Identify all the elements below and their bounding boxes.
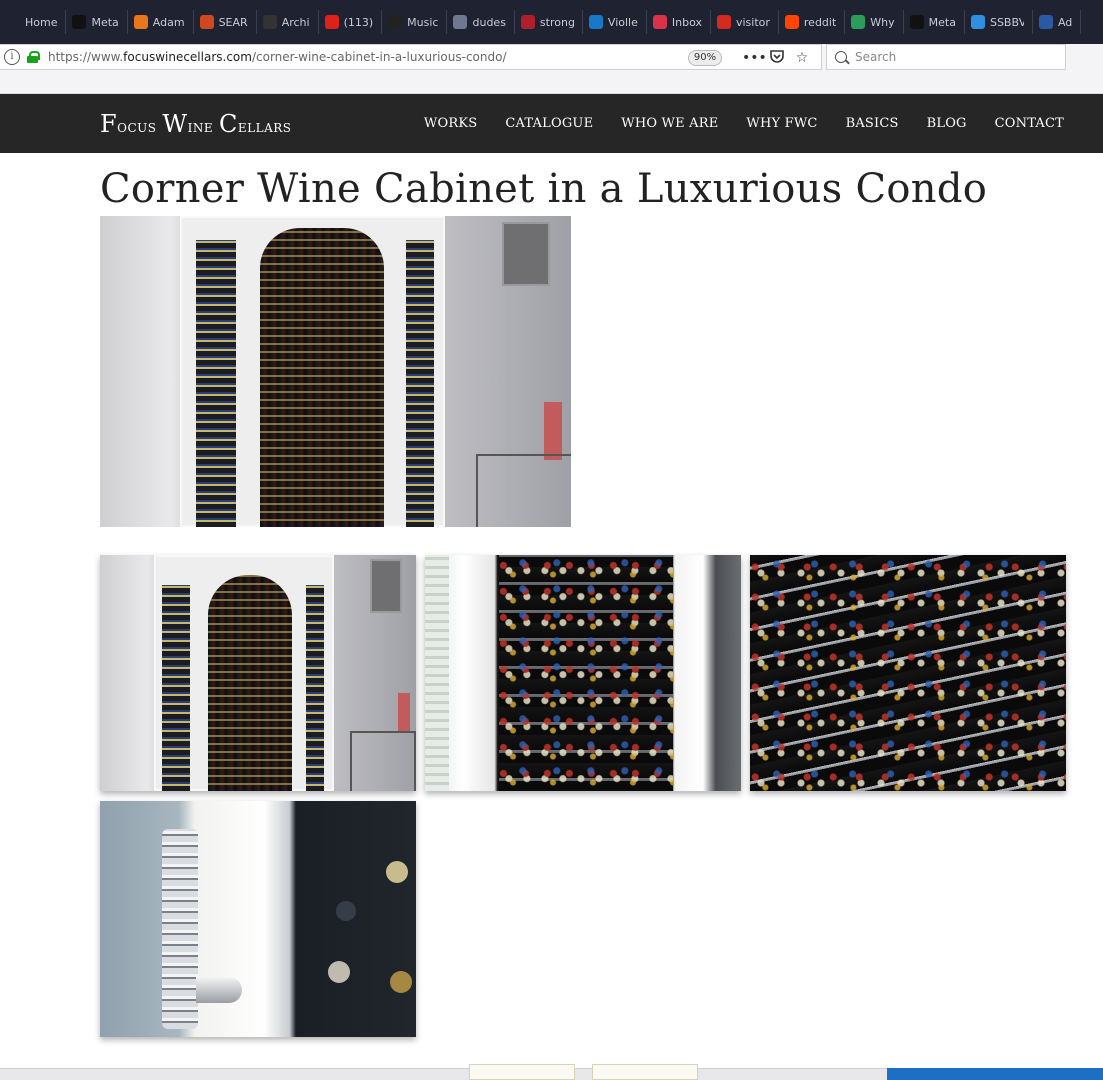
bookmark-label: Meta bbox=[928, 15, 956, 29]
search-icon bbox=[835, 51, 847, 63]
taskbar bbox=[887, 1068, 1103, 1080]
bookmark-favicon-icon bbox=[1038, 15, 1053, 29]
site-header: Focus Wine Cellars WORKS CATALOGUE WHO W… bbox=[0, 94, 1103, 153]
bookmark-item[interactable]: Inbox bbox=[647, 10, 711, 34]
bookmark-favicon-icon bbox=[970, 15, 985, 29]
bookmark-item[interactable]: (113) bbox=[319, 10, 383, 34]
nav-basics[interactable]: BASICS bbox=[846, 116, 899, 131]
bookmark-item[interactable]: SEAR bbox=[194, 10, 257, 34]
bookmark-item[interactable]: Violle bbox=[583, 10, 647, 34]
bookmark-favicon-icon bbox=[520, 15, 535, 29]
search-input[interactable]: Search bbox=[826, 44, 1066, 70]
bookmark-label: (113) bbox=[343, 15, 374, 29]
main-nav: WORKS CATALOGUE WHO WE ARE WHY FWC BASIC… bbox=[424, 116, 1064, 131]
bookmark-favicon-icon bbox=[784, 15, 799, 29]
bookmark-favicon-icon bbox=[652, 15, 667, 29]
gallery-thumb-2[interactable] bbox=[425, 555, 741, 791]
secure-lock-icon[interactable] bbox=[27, 51, 40, 63]
bookmark-favicon-icon bbox=[909, 15, 924, 29]
bookmark-label: Inbox bbox=[671, 15, 702, 29]
nav-who-we-are[interactable]: WHO WE ARE bbox=[621, 116, 718, 131]
bookmark-label: reddit bbox=[803, 15, 837, 29]
bookmark-label: Violle bbox=[607, 15, 638, 29]
url-text[interactable]: https://www.focuswinecellars.com/corner-… bbox=[48, 50, 507, 64]
bookmark-item[interactable]: dudes bbox=[447, 10, 515, 34]
page-title: Corner Wine Cabinet in a Luxurious Condo bbox=[100, 166, 988, 212]
bookmark-favicon-icon bbox=[588, 15, 603, 29]
bookmark-favicon-icon bbox=[324, 15, 339, 29]
bookmark-label: Meta bbox=[91, 15, 119, 29]
zoom-level-badge[interactable]: 90% bbox=[688, 50, 722, 66]
site-info-icon[interactable]: i bbox=[4, 49, 20, 65]
bookmark-item[interactable]: Meta bbox=[904, 10, 965, 34]
bookmark-item[interactable]: Why bbox=[845, 10, 904, 34]
bookmark-label: Ad bbox=[1057, 15, 1073, 29]
bookmark-item[interactable]: Archi bbox=[257, 10, 319, 34]
bookmark-label: Home bbox=[25, 15, 58, 29]
bookmark-favicon-icon bbox=[453, 15, 468, 29]
bookmark-label: Music bbox=[407, 15, 439, 29]
nav-contact[interactable]: CONTACT bbox=[995, 116, 1064, 131]
bookmark-label: dudes bbox=[472, 15, 506, 29]
gallery-thumb-1[interactable] bbox=[100, 555, 416, 791]
bookmark-label: visitor bbox=[735, 15, 770, 29]
nav-works[interactable]: WORKS bbox=[424, 116, 477, 131]
bookmark-item[interactable]: visitor bbox=[711, 10, 779, 34]
page-actions-icon[interactable]: ••• bbox=[742, 48, 767, 68]
bookmark-favicon-icon bbox=[388, 15, 403, 29]
bookmark-item[interactable]: Home bbox=[0, 10, 67, 34]
site-logo[interactable]: Focus Wine Cellars bbox=[100, 110, 292, 138]
bookmark-favicon-icon bbox=[199, 15, 214, 29]
hero-photo[interactable] bbox=[100, 216, 571, 527]
bookmark-item[interactable]: Meta bbox=[66, 10, 128, 34]
search-placeholder: Search bbox=[855, 50, 897, 64]
bookmark-label: SEAR bbox=[218, 15, 248, 29]
gallery-thumb-4[interactable] bbox=[100, 801, 416, 1037]
bookmark-label: Why bbox=[870, 15, 895, 29]
bookmark-favicon-icon bbox=[851, 15, 866, 29]
bookmark-item[interactable]: Music bbox=[382, 10, 448, 34]
bookmark-favicon-icon bbox=[72, 15, 87, 29]
bookmark-label: strong bbox=[539, 15, 574, 29]
bookmark-item[interactable]: SSBBV bbox=[965, 10, 1033, 34]
bookmark-label: SSBBV bbox=[989, 15, 1024, 29]
navigation-toolbar: i https://www.focuswinecellars.com/corne… bbox=[0, 44, 1103, 94]
bookmarks-toolbar: Home Meta Adam SEAR Archi (113) Music dudes stro… bbox=[0, 0, 1103, 44]
nav-catalogue[interactable]: CATALOGUE bbox=[505, 116, 593, 131]
bottom-button-right[interactable] bbox=[592, 1064, 698, 1080]
bookmark-favicon-icon bbox=[262, 15, 277, 29]
bookmark-favicon-icon bbox=[6, 15, 20, 29]
nav-blog[interactable]: BLOG bbox=[927, 116, 967, 131]
bookmark-label: Adam bbox=[152, 15, 185, 29]
bookmark-favicon-icon bbox=[133, 15, 148, 29]
bookmark-label: Archi bbox=[281, 15, 310, 29]
address-bar[interactable]: i https://www.focuswinecellars.com/corne… bbox=[0, 44, 822, 70]
bookmark-item[interactable]: Ad bbox=[1033, 10, 1082, 34]
bookmark-item[interactable]: reddit bbox=[779, 10, 846, 34]
bookmark-favicon-icon bbox=[716, 15, 731, 29]
bookmark-item[interactable]: Adam bbox=[128, 10, 194, 34]
gallery-thumb-3[interactable] bbox=[750, 555, 1066, 791]
nav-why-fwc[interactable]: WHY FWC bbox=[746, 116, 817, 131]
bookmark-star-icon[interactable]: ☆ bbox=[792, 48, 812, 68]
bookmark-item[interactable]: strong bbox=[515, 10, 583, 34]
bottom-button-left[interactable] bbox=[469, 1064, 575, 1080]
pocket-icon[interactable] bbox=[767, 48, 787, 68]
